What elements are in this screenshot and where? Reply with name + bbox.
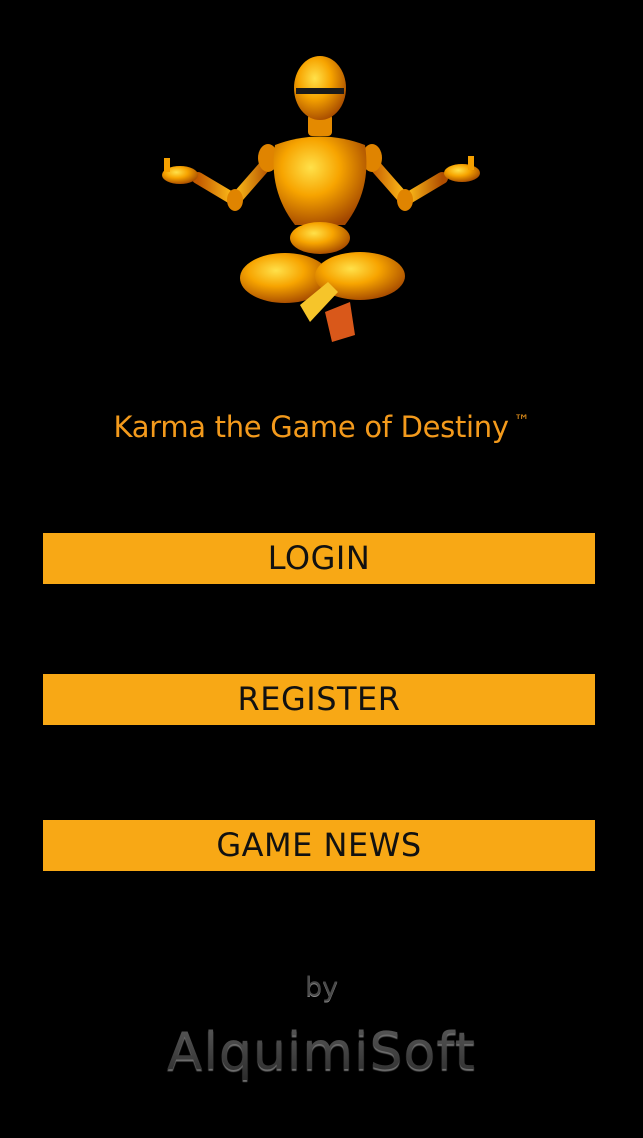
trademark-symbol: ™ <box>513 411 530 430</box>
game-news-button[interactable]: GAME NEWS <box>43 820 595 871</box>
login-button[interactable]: LOGIN <box>43 533 595 584</box>
app-title: Karma the Game of Destiny ™ <box>0 410 643 444</box>
brand-name: AlquimiSoft <box>0 1022 643 1082</box>
meditating-robot-icon <box>162 56 480 342</box>
register-button[interactable]: REGISTER <box>43 674 595 725</box>
app-title-text: Karma the Game of Destiny <box>113 410 510 444</box>
by-label: by <box>304 972 339 1003</box>
